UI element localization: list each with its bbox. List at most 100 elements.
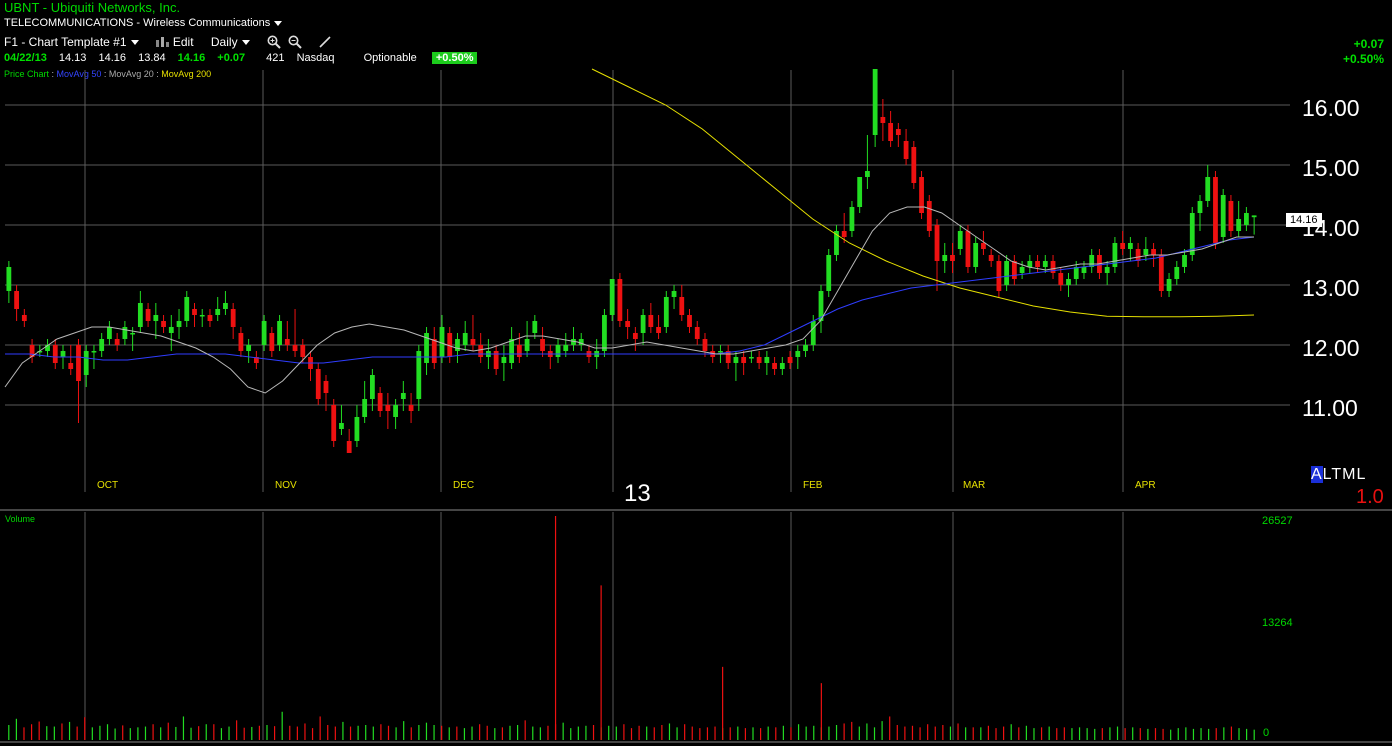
candle-body: [1213, 177, 1218, 243]
candle-body: [60, 351, 66, 357]
candle-body: [184, 297, 190, 321]
candle-body: [702, 339, 708, 351]
candle-body: [1004, 261, 1010, 285]
candle-body: [516, 345, 522, 357]
candle-body: [145, 309, 151, 321]
altml-selector[interactable]: ALTML: [1311, 466, 1366, 484]
candle-body: [261, 321, 267, 345]
altml-a[interactable]: A: [1311, 466, 1323, 483]
altml-multiplier: 1.0: [1356, 486, 1384, 508]
candle-body: [1182, 255, 1187, 267]
candle-body: [981, 243, 986, 249]
candle-body: [1220, 195, 1226, 237]
candle-body: [640, 315, 646, 333]
candle-body: [919, 177, 924, 213]
candle-body: [1120, 243, 1126, 249]
candle-body: [973, 243, 979, 267]
candle-body: [6, 267, 12, 291]
candle-body: [524, 339, 530, 351]
candle-body: [872, 69, 878, 135]
candle-body: [841, 231, 847, 237]
candle-body: [733, 357, 739, 363]
y-tick-label: 15.00: [1302, 155, 1360, 181]
volume-tick-label: 13264: [1262, 617, 1293, 629]
candle-body: [455, 339, 460, 351]
altml-rest[interactable]: LTML: [1323, 466, 1367, 483]
candle-body: [996, 261, 1002, 291]
candle-body: [694, 327, 700, 339]
candle-body: [602, 315, 607, 351]
candle-body: [400, 393, 406, 399]
candle-body: [346, 441, 352, 453]
candle-body: [880, 117, 886, 123]
candle-body: [1104, 267, 1110, 273]
candle-body: [331, 405, 337, 441]
candle-body: [192, 309, 197, 315]
candle-body: [1058, 273, 1064, 285]
candle-body: [52, 345, 58, 363]
candle-body: [1151, 249, 1156, 255]
candle-body: [1236, 219, 1242, 231]
candle-body: [269, 333, 275, 351]
volume-tick-label: 0: [1263, 727, 1269, 739]
candle-body: [988, 255, 994, 261]
candle-body: [1035, 261, 1040, 267]
candle-body: [926, 201, 932, 231]
month-label: MAR: [963, 480, 985, 491]
candle-body: [137, 303, 143, 327]
candle-body: [1197, 201, 1203, 213]
candle-body: [1143, 249, 1149, 255]
candle-body: [663, 297, 669, 327]
candle-body: [76, 345, 81, 381]
candle-body: [934, 225, 940, 261]
candle-body: [787, 357, 793, 363]
candle-body: [230, 309, 236, 327]
candle-body: [369, 375, 375, 399]
candle-body: [965, 231, 971, 267]
month-label: DEC: [453, 480, 474, 491]
candle-body: [563, 345, 569, 351]
candle-body: [315, 369, 321, 399]
price-chart[interactable]: OCT NOV DEC FEB MAR APR16.0015.0014.0013.0012…: [0, 0, 1392, 746]
candle-body: [292, 345, 298, 351]
volume-tick-label: 26527: [1262, 515, 1293, 527]
candle-body: [865, 171, 870, 177]
candle-body: [462, 333, 468, 345]
candle-body: [168, 327, 174, 333]
candle-body: [718, 351, 723, 353]
last-price-tag: 14.16: [1286, 213, 1322, 227]
candle-body: [107, 327, 112, 339]
candle-body: [555, 345, 561, 357]
candle-body: [377, 393, 383, 411]
candle-body: [1166, 279, 1172, 291]
candle-body: [215, 309, 221, 315]
candle-body: [679, 297, 685, 315]
candle-body: [1042, 261, 1048, 267]
candle-body: [1244, 213, 1249, 225]
candle-body: [756, 357, 762, 363]
candle-body: [362, 399, 368, 417]
candle-body: [810, 321, 816, 345]
candle-body: [540, 339, 545, 351]
y-tick-label: 12.00: [1302, 335, 1360, 361]
candle-body: [277, 321, 282, 345]
candle-body: [21, 315, 27, 321]
candle-body: [950, 255, 955, 261]
candle-body: [942, 255, 948, 261]
candle-body: [470, 339, 476, 345]
candle-body: [1228, 201, 1234, 231]
candle-body: [849, 207, 855, 231]
candle-body: [1174, 267, 1180, 279]
month-label: OCT: [97, 480, 118, 491]
candle-body: [1011, 261, 1017, 279]
candle-body: [83, 351, 89, 375]
candle-body: [99, 339, 105, 351]
volume-panel-label: Volume: [5, 514, 36, 524]
y-tick-label: 13.00: [1302, 275, 1360, 301]
candle-body: [478, 345, 484, 357]
candle-body: [416, 351, 422, 399]
candle-body: [625, 321, 631, 327]
ma50-line: [5, 236, 1255, 364]
candle-body: [91, 351, 97, 353]
candle-body: [656, 327, 661, 333]
